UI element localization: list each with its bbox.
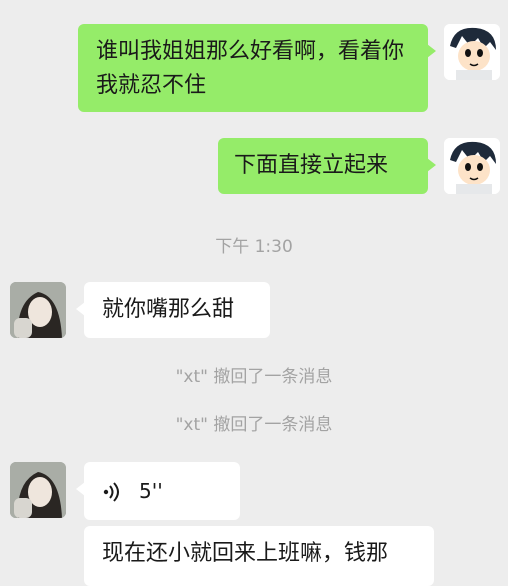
chat-timestamp: 下午 1:30 xyxy=(215,237,293,257)
message-text: 现在还小就回来上班嘛，钱那 xyxy=(102,541,389,566)
voice-duration: 5'' xyxy=(139,479,163,503)
message-text: 下面直接立起来 xyxy=(234,153,389,178)
contact-avatar[interactable] xyxy=(10,462,66,518)
portrait-photo-icon xyxy=(10,282,66,338)
incoming-message-bubble[interactable]: 就你嘴那么甜 xyxy=(76,282,270,338)
incoming-message-bubble[interactable]: 现在还小就回来上班嘛，钱那 xyxy=(84,526,434,586)
recall-notice: "xt" 撤回了一条消息 xyxy=(175,415,333,435)
outgoing-message-bubble[interactable]: 下面直接立起来 xyxy=(218,138,436,194)
portrait-photo-icon xyxy=(10,462,66,518)
recall-notice: "xt" 撤回了一条消息 xyxy=(175,367,333,387)
cartoon-avatar-icon xyxy=(444,138,500,194)
voice-wave-icon xyxy=(103,482,119,502)
outgoing-message-bubble[interactable]: 谁叫我姐姐那么好看啊，看着你 我就忍不住 xyxy=(78,24,436,112)
cartoon-avatar-icon xyxy=(444,24,500,80)
message-text: 就你嘴那么甜 xyxy=(102,297,235,322)
contact-avatar[interactable] xyxy=(10,282,66,338)
my-avatar[interactable] xyxy=(444,138,500,194)
voice-message-bubble[interactable]: 5'' xyxy=(76,462,240,520)
message-text: 谁叫我姐姐那么好看啊，看着你 我就忍不住 xyxy=(96,39,405,98)
my-avatar[interactable] xyxy=(444,24,500,80)
